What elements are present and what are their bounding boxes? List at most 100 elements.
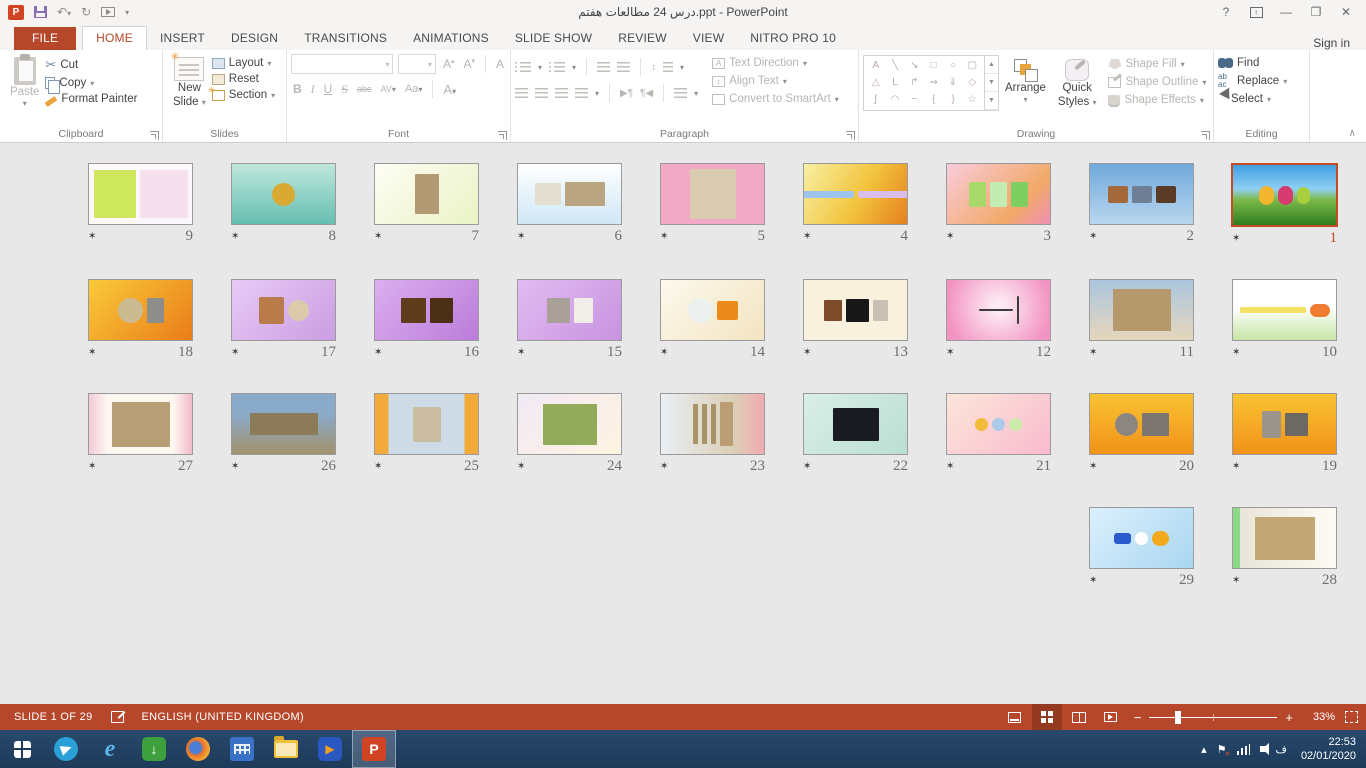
tab-design[interactable]: DESIGN bbox=[218, 27, 291, 50]
italic-icon[interactable]: I bbox=[309, 82, 317, 97]
tab-animations[interactable]: ANIMATIONS bbox=[400, 27, 502, 50]
sign-in-link[interactable]: Sign in bbox=[1313, 36, 1366, 50]
justify-icon[interactable] bbox=[575, 88, 588, 99]
animation-indicator-icon[interactable]: ✶ bbox=[88, 231, 96, 242]
clipboard-dialog-launcher-icon[interactable] bbox=[150, 131, 159, 140]
shape-glyph-4[interactable]: ○ bbox=[950, 61, 956, 71]
shape-glyph-12[interactable]: ʃ bbox=[875, 95, 877, 105]
shape-glyph-11[interactable]: ◇ bbox=[968, 78, 976, 88]
bullets-icon[interactable] bbox=[515, 62, 531, 73]
taskbar-clock[interactable]: 22:53 02/01/2020 bbox=[1297, 735, 1356, 764]
reset-button[interactable]: Reset bbox=[212, 73, 275, 85]
slide-thumbnail-23[interactable] bbox=[660, 393, 765, 455]
action-center-flag-icon[interactable]: ⚑ bbox=[1217, 743, 1227, 756]
taskbar-telegram-icon[interactable] bbox=[44, 730, 88, 768]
bold-icon[interactable]: B bbox=[291, 82, 304, 96]
font-size-combo[interactable]: ▾ bbox=[398, 54, 435, 74]
slide-thumbnail-14[interactable] bbox=[660, 279, 765, 341]
animation-indicator-icon[interactable]: ✶ bbox=[946, 461, 954, 472]
zoom-out-icon[interactable]: − bbox=[1134, 710, 1142, 725]
taskbar-media-player-icon[interactable]: ▶ bbox=[308, 730, 352, 768]
tab-review[interactable]: REVIEW bbox=[605, 27, 680, 50]
slide-thumbnail-18[interactable] bbox=[88, 279, 193, 341]
slide-thumbnail-10[interactable] bbox=[1232, 279, 1337, 341]
align-right-icon[interactable] bbox=[555, 88, 568, 99]
animation-indicator-icon[interactable]: ✶ bbox=[660, 231, 668, 242]
animation-indicator-icon[interactable]: ✶ bbox=[1232, 461, 1240, 472]
taskbar-start-icon[interactable] bbox=[0, 730, 44, 768]
restore-icon[interactable]: ❐ bbox=[1302, 2, 1330, 22]
shape-glyph-9[interactable]: ⇒ bbox=[929, 78, 937, 88]
animation-indicator-icon[interactable]: ✶ bbox=[88, 461, 96, 472]
slide-thumbnail-24[interactable] bbox=[517, 393, 622, 455]
slide-thumbnail-12[interactable] bbox=[946, 279, 1051, 341]
animation-indicator-icon[interactable]: ✶ bbox=[803, 347, 811, 358]
align-left-icon[interactable] bbox=[515, 88, 528, 99]
animation-indicator-icon[interactable]: ✶ bbox=[374, 231, 382, 242]
slide-thumbnail-13[interactable] bbox=[803, 279, 908, 341]
ribbon-display-options-icon[interactable]: ↑ bbox=[1242, 2, 1270, 22]
taskbar-firefox-icon[interactable] bbox=[176, 730, 220, 768]
slide-thumbnail-20[interactable] bbox=[1089, 393, 1194, 455]
slide-thumbnail-28[interactable] bbox=[1232, 507, 1337, 569]
taskbar-internet-explorer-icon[interactable]: e bbox=[88, 730, 132, 768]
underline-icon[interactable]: U bbox=[322, 82, 335, 96]
shape-outline-button[interactable]: Shape Outline▾ bbox=[1108, 76, 1206, 88]
customize-quick-access-icon[interactable]: ▾ bbox=[125, 8, 129, 17]
increase-indent-icon[interactable] bbox=[617, 62, 630, 73]
animation-indicator-icon[interactable]: ✶ bbox=[231, 231, 239, 242]
shape-glyph-7[interactable]: L bbox=[892, 78, 898, 88]
find-button[interactable]: Find bbox=[1218, 57, 1287, 69]
animation-indicator-icon[interactable]: ✶ bbox=[1232, 575, 1240, 586]
shrink-font-icon[interactable]: A▾ bbox=[461, 57, 477, 71]
animation-indicator-icon[interactable]: ✶ bbox=[1089, 575, 1097, 586]
right-to-left-icon[interactable]: ¶◀ bbox=[640, 88, 653, 99]
animation-indicator-icon[interactable]: ✶ bbox=[1089, 461, 1097, 472]
slide-thumbnail-25[interactable] bbox=[374, 393, 479, 455]
shape-fill-button[interactable]: Shape Fill▾ bbox=[1108, 58, 1206, 70]
new-slide-button[interactable]: New Slide ▾ bbox=[167, 54, 212, 126]
slide-thumbnail-27[interactable] bbox=[88, 393, 193, 455]
change-case-icon[interactable]: Aa▾ bbox=[403, 83, 424, 95]
animation-indicator-icon[interactable]: ✶ bbox=[231, 347, 239, 358]
animation-indicator-icon[interactable]: ✶ bbox=[946, 347, 954, 358]
numbering-icon[interactable] bbox=[549, 62, 565, 73]
align-text-button[interactable]: ↕ Align Text▾ bbox=[712, 75, 839, 87]
taskbar-keyboard-app-icon[interactable] bbox=[220, 730, 264, 768]
slide-thumbnail-6[interactable] bbox=[517, 163, 622, 225]
select-button[interactable]: Select ▾ bbox=[1218, 93, 1287, 105]
shape-glyph-0[interactable]: A bbox=[872, 61, 879, 71]
columns-icon[interactable] bbox=[674, 88, 687, 99]
animation-indicator-icon[interactable]: ✶ bbox=[1089, 347, 1097, 358]
animation-indicator-icon[interactable]: ✶ bbox=[231, 461, 239, 472]
layout-button[interactable]: Layout▾ bbox=[212, 57, 275, 69]
shape-glyph-14[interactable]: ~ bbox=[911, 95, 917, 105]
animation-indicator-icon[interactable]: ✶ bbox=[1232, 233, 1240, 244]
collapse-ribbon-icon[interactable]: ∧ bbox=[1349, 128, 1356, 139]
text-direction-button[interactable]: A Text Direction▾ bbox=[712, 57, 839, 69]
language-indicator[interactable]: ENGLISH (UNITED KINGDOM) bbox=[142, 711, 304, 723]
slide-thumbnail-4[interactable] bbox=[803, 163, 908, 225]
copy-button[interactable]: Copy ▾ bbox=[45, 77, 137, 89]
clear-formatting-icon[interactable]: A bbox=[494, 57, 506, 71]
slide-thumbnail-5[interactable] bbox=[660, 163, 765, 225]
character-spacing-icon[interactable]: AV▾ bbox=[379, 84, 398, 94]
convert-to-smartart-button[interactable]: Convert to SmartArt▾ bbox=[712, 93, 839, 105]
redo-icon[interactable]: ↻ bbox=[81, 5, 91, 19]
cut-button[interactable]: ✂ Cut bbox=[45, 57, 137, 73]
slide-thumbnail-17[interactable] bbox=[231, 279, 336, 341]
animation-indicator-icon[interactable]: ✶ bbox=[374, 347, 382, 358]
quick-styles-button[interactable]: Quick Styles ▾ bbox=[1052, 54, 1103, 126]
font-name-combo[interactable]: ▾ bbox=[291, 54, 393, 74]
animation-indicator-icon[interactable]: ✶ bbox=[1089, 231, 1097, 242]
shadow-icon[interactable]: S bbox=[339, 82, 350, 97]
slide-sorter-view-icon[interactable] bbox=[1032, 704, 1062, 730]
animation-indicator-icon[interactable]: ✶ bbox=[517, 231, 525, 242]
tab-file[interactable]: FILE bbox=[14, 27, 76, 50]
shape-glyph-13[interactable]: ◠ bbox=[891, 95, 900, 105]
slide-show-view-icon[interactable] bbox=[1096, 704, 1126, 730]
undo-icon[interactable]: ↶▾ bbox=[57, 5, 71, 19]
slide-thumbnail-1[interactable] bbox=[1231, 163, 1338, 227]
shapes-scroll-down-icon[interactable]: ▼ bbox=[985, 74, 998, 92]
animation-indicator-icon[interactable]: ✶ bbox=[374, 461, 382, 472]
